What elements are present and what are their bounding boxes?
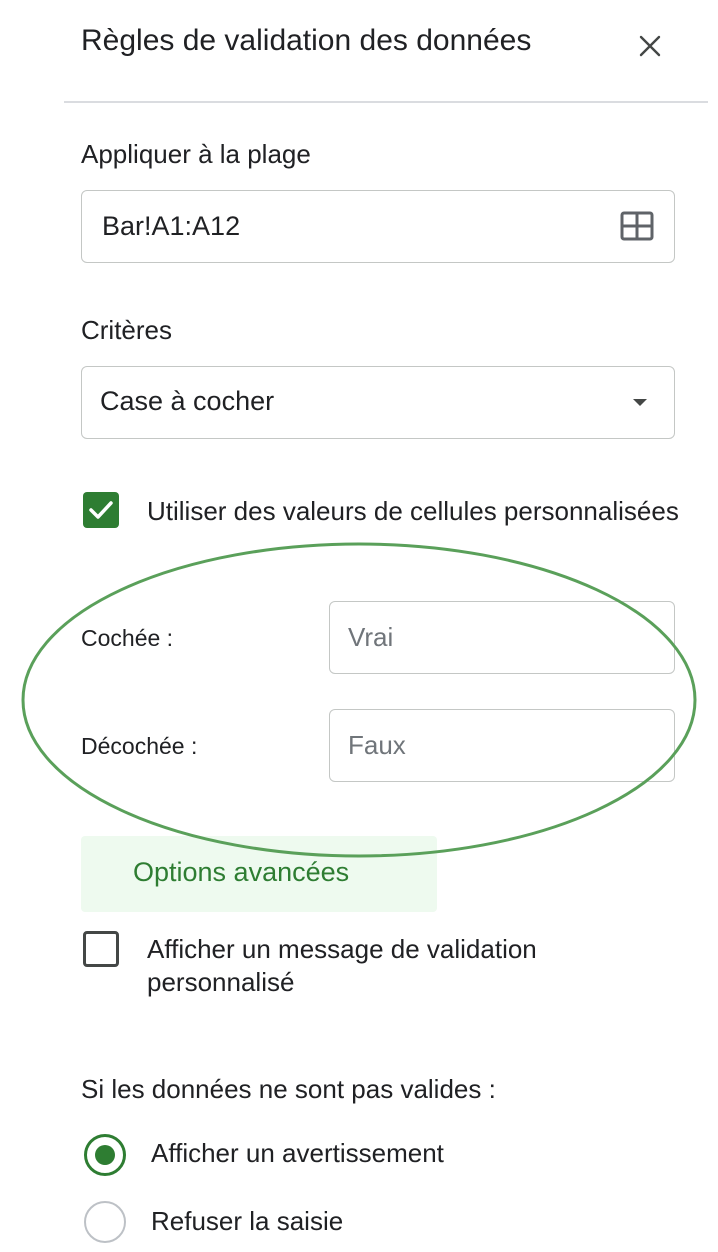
custom-message-label: Afficher un message de validation person… <box>147 934 537 997</box>
unchecked-value-label: Décochée : <box>81 733 198 759</box>
chevron-down-icon <box>633 399 647 406</box>
unchecked-value-placeholder: Faux <box>348 730 406 760</box>
close-button[interactable] <box>630 26 670 66</box>
radio-reject-input[interactable] <box>84 1201 126 1243</box>
criteria-label: Critères <box>81 315 173 345</box>
checkmark-icon <box>89 501 113 519</box>
checked-value-placeholder: Vrai <box>348 622 394 652</box>
unchecked-value-input[interactable]: Faux <box>329 709 675 782</box>
close-icon <box>639 35 661 57</box>
criteria-dropdown[interactable]: Case à cocher <box>81 366 675 439</box>
header-divider <box>64 101 708 103</box>
advanced-options-button[interactable]: Options avancées <box>81 836 437 912</box>
custom-message-checkbox[interactable] <box>83 931 119 967</box>
range-label: Appliquer à la plage <box>81 139 311 169</box>
custom-values-checkbox[interactable] <box>83 492 119 528</box>
radio-reject-input-label: Refuser la saisie <box>151 1206 344 1236</box>
criteria-selected-value: Case à cocher <box>100 386 275 416</box>
checked-value-input[interactable]: Vrai <box>329 601 675 674</box>
range-input[interactable]: Bar!A1:A12 <box>81 190 675 263</box>
select-range-icon[interactable] <box>620 211 654 241</box>
advanced-options-label: Options avancées <box>133 857 350 887</box>
panel-title: Règles de validation des données <box>81 24 532 57</box>
checked-value-label: Cochée : <box>81 625 174 651</box>
invalid-data-label: Si les données ne sont pas valides : <box>81 1074 496 1104</box>
data-validation-panel: Règles de validation des données Appliqu… <box>0 0 718 1252</box>
custom-values-label: Utiliser des valeurs de cellules personn… <box>147 496 679 526</box>
range-value: Bar!A1:A12 <box>102 211 241 241</box>
radio-show-warning[interactable] <box>84 1134 126 1176</box>
radio-show-warning-label: Afficher un avertissement <box>151 1138 444 1168</box>
